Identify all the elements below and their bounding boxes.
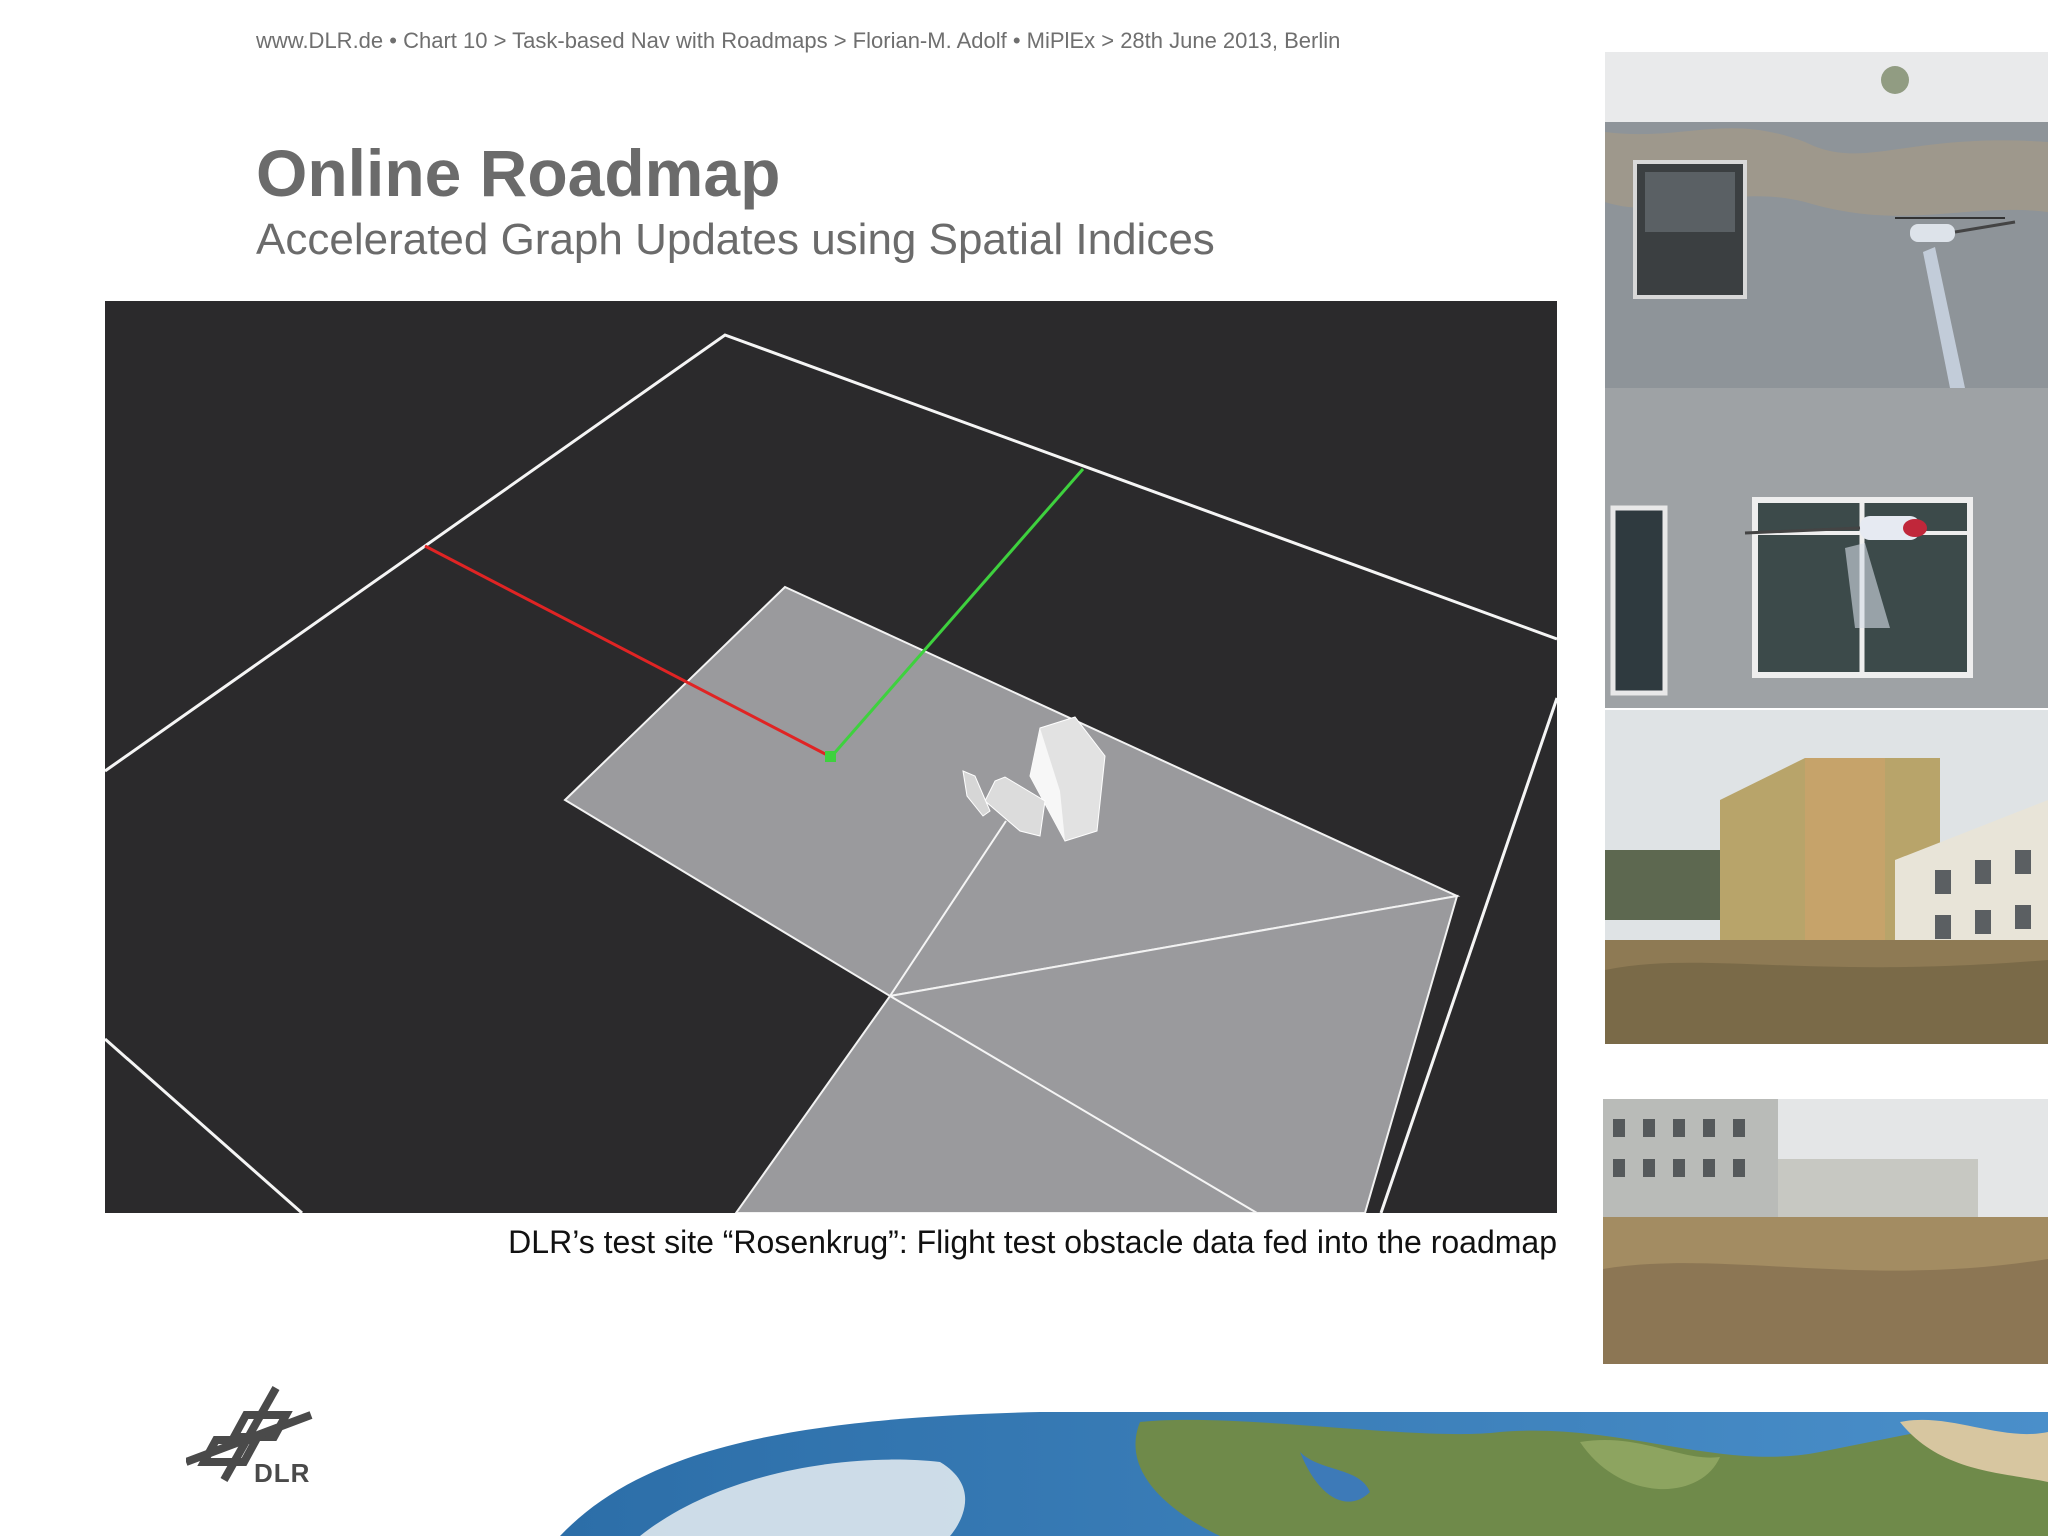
slide-subtitle: Accelerated Graph Updates using Spatial …: [256, 215, 1215, 264]
roadmap-3d-view: [105, 301, 1557, 1213]
bounding-box-left-bottom: [105, 1037, 303, 1213]
photo-barracks-field: [1603, 1099, 2048, 1364]
earth-globe-banner: [520, 1412, 2048, 1536]
photo-helicopter-building-window: [1605, 52, 2048, 388]
photo-apartment-buildings: [1605, 710, 2048, 1044]
photo-helicopter-window-entry: [1605, 388, 2048, 708]
breadcrumb: www.DLR.de • Chart 10 > Task-based Nav w…: [256, 28, 1341, 53]
figure-caption: DLR’s test site “Rosenkrug”: Flight test…: [508, 1224, 1557, 1260]
slide-title: Online Roadmap: [256, 136, 781, 210]
origin-marker: [825, 751, 836, 762]
dlr-logo-text: DLR: [254, 1458, 311, 1488]
